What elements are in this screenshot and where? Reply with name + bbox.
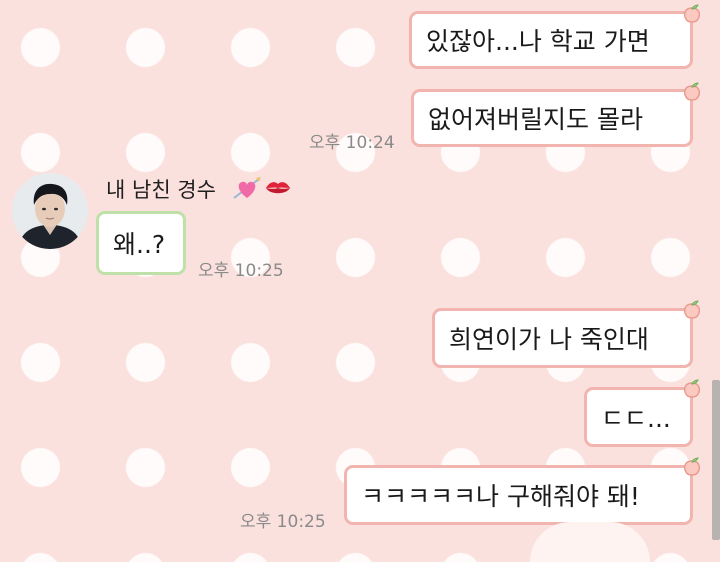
message-text: 희연이가 나 죽인대 bbox=[449, 325, 649, 354]
sender-name: 내 남친 경수 bbox=[106, 178, 216, 202]
message-text: ㄷㄷ... bbox=[601, 404, 671, 433]
my-message-bubble[interactable]: 없어져버릴지도 몰라 bbox=[411, 89, 693, 147]
kiss-mark-icon bbox=[266, 182, 290, 194]
peach-icon bbox=[683, 379, 701, 398]
profile-avatar[interactable] bbox=[12, 173, 88, 249]
peach-decoration bbox=[530, 522, 650, 562]
message-timestamp: 오후 10:25 bbox=[198, 261, 284, 281]
peach-icon bbox=[683, 82, 701, 101]
message-text: 있잖아...나 학교 가면 bbox=[426, 27, 650, 56]
avatar-photo-icon bbox=[12, 173, 88, 249]
my-message-bubble[interactable]: 희연이가 나 죽인대 bbox=[432, 308, 693, 368]
message-timestamp: 오후 10:24 bbox=[309, 133, 395, 153]
message-text: ㅋㅋㅋㅋㅋ나 구해줘야 돼! bbox=[361, 482, 640, 511]
my-message-bubble[interactable]: ㄷㄷ... bbox=[584, 387, 693, 447]
peach-icon bbox=[683, 4, 701, 23]
chat-background: 있잖아...나 학교 가면 없어져버릴지도 몰라 오후 10:24 내 남친 경… bbox=[0, 0, 720, 562]
my-message-bubble[interactable]: 있잖아...나 학교 가면 bbox=[409, 11, 693, 69]
message-text: 없어져버릴지도 몰라 bbox=[428, 105, 643, 134]
peach-icon bbox=[683, 457, 701, 476]
scrollbar-thumb[interactable] bbox=[712, 380, 720, 540]
peach-icon bbox=[683, 300, 701, 319]
my-message-bubble[interactable]: ㅋㅋㅋㅋㅋ나 구해줘야 돼! bbox=[344, 465, 693, 525]
friend-message-bubble[interactable]: 왜..? bbox=[96, 211, 186, 275]
heart-with-arrow-icon bbox=[233, 177, 261, 199]
message-timestamp: 오후 10:25 bbox=[240, 512, 326, 532]
message-text: 왜..? bbox=[113, 230, 166, 259]
